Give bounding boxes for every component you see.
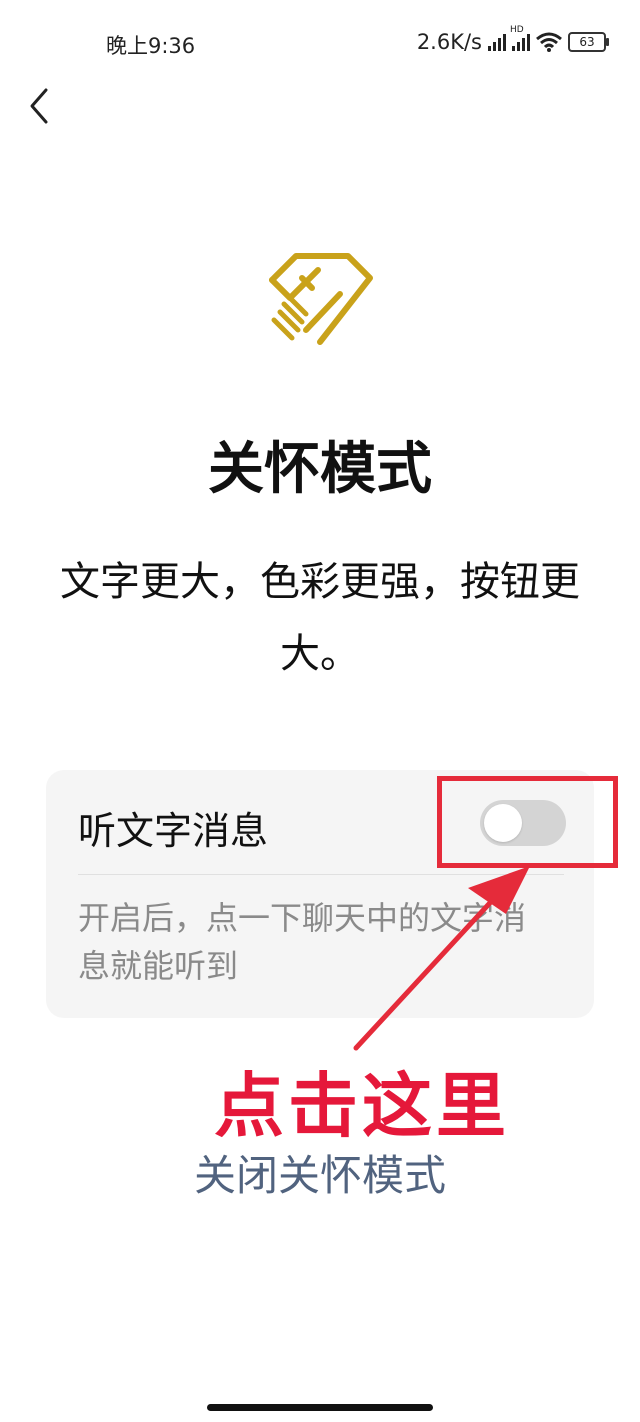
highlight-box [437,776,618,868]
status-time: 晚上9:36 [106,34,196,58]
wifi-icon [536,32,562,52]
network-speed: 2.6K/s [416,30,482,54]
status-icons: 2.6K/s HD 63 [416,25,609,54]
heart-hand-icon [269,253,373,345]
chevron-left-icon [30,88,48,124]
back-button[interactable] [22,84,62,128]
signal-icon [488,33,506,51]
setting-label: 听文字消息 [78,809,269,853]
page-title: 关怀模式 [208,437,432,502]
home-indicator[interactable] [207,1404,433,1411]
battery-icon: 63 [568,32,609,52]
divider [78,874,564,875]
close-care-mode-link[interactable]: 关闭关怀模式 [0,1142,640,1203]
annotation-arrow [353,866,530,1051]
hd-signal-icon: HD [510,25,530,51]
setting-description: 开启后，点一下聊天中的文字消息就能听到 [78,899,527,985]
annotation-text: 点击这里 [214,1065,510,1147]
page-subtitle: 文字更大，色彩更强，按钮更大。 [60,559,580,677]
status-bar: 晚上9:36 2.6K/s HD 63 [0,0,640,88]
hd-label: HD [510,25,524,35]
